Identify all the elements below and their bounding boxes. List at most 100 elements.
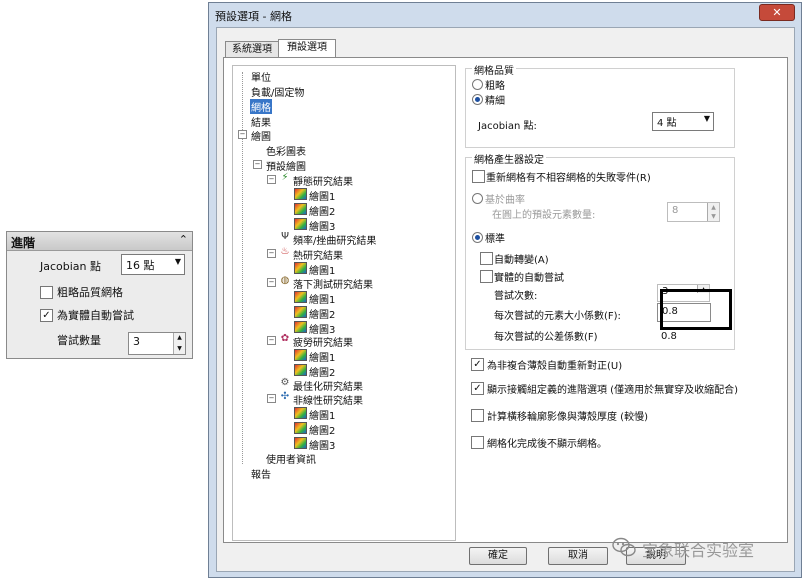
tries-label: 嘗試數量 [57,334,101,347]
auto-try-checkbox[interactable]: ✓ [40,309,53,322]
tree-item-nonlinear[interactable]: 非線性研究結果 [293,392,363,407]
watermark-text: 宝象联合实验室 [642,541,755,560]
reorient-checkbox[interactable]: ✓ [471,358,484,371]
collapse-icon[interactable]: − [267,175,276,184]
tree-item-static-plot3[interactable]: 繪圖3 [309,218,335,233]
plot-icon [294,188,307,200]
tree-item-static-plot1[interactable]: 繪圖1 [309,188,335,203]
collapse-icon[interactable]: − [267,336,276,345]
no-show-mesh-label: 網格化完成後不顯示網格。 [487,439,607,450]
circle-elements-spinner[interactable]: 8 ▲ ▼ [667,202,720,222]
no-show-mesh-checkbox[interactable] [471,436,484,449]
collapse-icon[interactable]: ⌃ [179,233,188,246]
advanced-panel: 進階 ⌃ Jacobian 點 16 點 ▼ 粗略品質網格 ✓ 為實體自動嘗試 … [6,231,193,359]
calc-thickness-checkbox[interactable] [471,409,484,422]
static-study-icon: ⚡ [281,172,289,183]
tree-item-report[interactable]: 報告 [251,466,271,481]
spin-up-icon[interactable]: ▲ [707,203,719,212]
tree-item-drop[interactable]: 落下測試研究結果 [293,276,373,291]
tree-item-thermal-plot1[interactable]: 繪圖1 [309,262,335,277]
tries-spinner[interactable]: 3 ▲ ▼ [128,332,186,355]
tree-item-thermal[interactable]: 熱研究結果 [293,247,343,262]
coarse-radio[interactable] [472,79,483,90]
tree-item-static[interactable]: 靜態研究結果 [293,173,353,188]
chevron-down-icon: ▼ [174,257,181,266]
tree-item-static-plot2[interactable]: 繪圖2 [309,203,335,218]
jacobian-points-value: 4 點 [657,118,677,129]
tolerance-factor-label: 每次嘗試的公差係數(F) [494,332,598,343]
show-mate-checkbox[interactable]: ✓ [471,382,484,395]
collapse-icon[interactable]: − [267,394,276,403]
tree-item-results[interactable]: 結果 [251,114,271,129]
standard-radio[interactable] [472,232,483,243]
tree-item-units[interactable]: 單位 [251,69,271,84]
show-mate-label: 顯示接觸組定義的進階選項 (僅適用於無實穿及收縮配合) [487,385,738,396]
plot-icon [294,349,307,361]
tree-item-optimization[interactable]: 最佳化研究結果 [293,378,363,393]
fatigue-study-icon: ✿ [280,333,290,344]
tree-item-nonlinear-plot1[interactable]: 繪圖1 [309,407,335,422]
coarse-radio-label: 粗略 [485,81,505,92]
cancel-button[interactable]: 取消 [548,547,608,565]
curvature-radio[interactable] [472,193,483,204]
nonlinear-study-icon: ✣ [280,391,290,402]
plot-icon [294,422,307,434]
collapse-icon[interactable]: − [267,278,276,287]
watermark: 宝象联合实验室 [612,533,802,561]
spin-down-icon[interactable]: ▼ [173,343,185,354]
coarse-mesh-checkbox[interactable] [40,286,53,299]
collapse-icon[interactable]: − [253,160,262,169]
fine-radio[interactable] [472,94,483,105]
collapse-icon[interactable]: − [238,130,247,139]
tree-item-mesh[interactable]: 網格 [250,99,272,114]
tree-item-plot[interactable]: 繪圖 [251,128,271,143]
tree-item-frequency[interactable]: 頻率/挫曲研究結果 [293,232,376,247]
jacobian-points-select[interactable]: 4 點 ▼ [652,112,714,131]
plot-icon [294,262,307,274]
tab-system-options[interactable]: 系統選項 [225,41,279,57]
close-button[interactable]: ✕ [759,4,795,21]
ok-button[interactable]: 確定 [469,547,527,565]
mesh-quality-legend: 網格品質 [472,62,516,77]
spin-down-icon[interactable]: ▼ [707,212,719,221]
plot-icon [294,364,307,376]
tree-item-drop-plot2[interactable]: 繪圖2 [309,306,335,321]
spin-up-icon[interactable]: ▲ [173,333,185,344]
jacobian-label: Jacobian 點 [40,260,102,273]
fine-radio-label: 精細 [485,96,505,107]
tree-item-nonlinear-plot3[interactable]: 繪圖3 [309,437,335,452]
curvature-radio-label: 基於曲率 [485,195,525,206]
tree-item-drop-plot1[interactable]: 繪圖1 [309,291,335,306]
plot-icon [294,218,307,230]
tree-item-loads[interactable]: 負載/固定物 [251,84,304,99]
thermal-study-icon: ♨ [280,246,290,257]
auto-try-solid-label: 實體的自動嘗試 [494,273,564,284]
tree-item-default-plots[interactable]: 預設繪圖 [266,158,306,173]
tree-item-fatigue-plot1[interactable]: 繪圖1 [309,349,335,364]
calc-thickness-label: 計算橫移輪廓影像與薄殼厚度 (較慢) [487,412,648,423]
tolerance-factor-value: 0.8 [661,331,677,339]
collapse-icon[interactable]: − [267,249,276,258]
tab-document-options[interactable]: 預設選項 [278,39,336,58]
element-factor-label: 每次嘗試的元素大小係數(F): [494,311,621,322]
mesher-settings-legend: 網格產生器設定 [472,151,546,166]
tree-item-color-chart[interactable]: 色彩圖表 [266,143,306,158]
reorient-label: 為非複合薄殼自動重新對正(U) [487,361,623,372]
highlight-box [660,289,732,330]
drop-test-icon: ◍ [280,275,290,286]
auto-try-solid-checkbox[interactable] [480,270,493,283]
tree-item-fatigue[interactable]: 疲勞研究結果 [293,334,353,349]
auto-transition-checkbox[interactable] [480,252,493,265]
tries-count-label: 嘗試次數: [494,291,538,302]
jacobian-select[interactable]: 16 點 ▼ [121,254,185,275]
auto-try-label: 為實體自動嘗試 [57,309,134,322]
circle-elements-value: 8 [672,205,679,216]
plot-icon [294,321,307,333]
advanced-panel-header[interactable]: 進階 ⌃ [7,232,192,251]
advanced-panel-title: 進階 [11,236,36,250]
tree-item-user-info[interactable]: 使用者資訊 [266,451,316,466]
tree-item-nonlinear-plot2[interactable]: 繪圖2 [309,422,335,437]
tree-item-fatigue-plot2[interactable]: 繪圖2 [309,364,335,379]
remesh-checkbox[interactable] [472,170,485,183]
chevron-down-icon: ▼ [703,114,710,123]
